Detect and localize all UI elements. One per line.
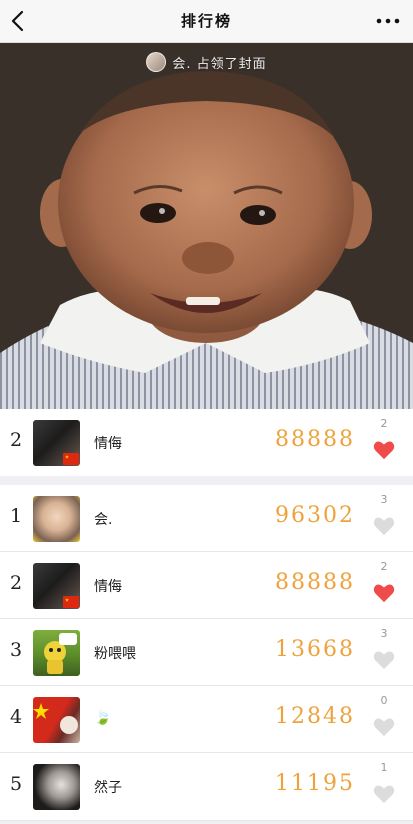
like-button[interactable] [373, 583, 395, 603]
step-count: 13668 [275, 637, 355, 662]
avatar[interactable] [33, 496, 80, 542]
cover-caption-text: 会. 占领了封面 [172, 56, 267, 72]
heart-icon [373, 651, 395, 670]
user-name: 情侮 [94, 579, 122, 595]
heart-icon [373, 517, 395, 536]
more-button[interactable] [373, 8, 403, 34]
character-image [44, 633, 77, 674]
rank-number: 5 [9, 773, 23, 795]
rank-number: 1 [9, 505, 23, 527]
step-count: 88888 [275, 570, 355, 595]
divider [0, 820, 413, 821]
like-count: 3 [380, 627, 388, 640]
nav-bar: 排行榜 [0, 0, 413, 43]
flag-badge [63, 596, 79, 608]
rank-number: 4 [9, 706, 23, 728]
cover-photo[interactable]: 会. 占领了封面 [0, 43, 413, 409]
flag-badge [63, 453, 79, 465]
like-count: 2 [380, 560, 388, 573]
page-title: 排行榜 [180, 12, 232, 30]
cover-owner-avatar [146, 52, 167, 72]
like-button[interactable] [373, 717, 395, 737]
my-rank-row[interactable]: 2 情侮 88888 2 [0, 409, 413, 476]
user-name: 情侮 [94, 436, 122, 452]
cover-image [0, 43, 413, 409]
heart-icon [373, 718, 395, 737]
like-count: 0 [380, 694, 388, 707]
avatar[interactable] [33, 697, 80, 743]
like-button[interactable] [373, 440, 395, 460]
step-count: 96302 [275, 503, 355, 528]
rank-number: 3 [9, 639, 23, 661]
like-count: 3 [380, 493, 388, 506]
ranking-page: 排行榜 会. 占领了封面 2 情侮 88888 2 1 会. 96302 3 2… [0, 0, 413, 824]
like-button[interactable] [373, 650, 395, 670]
step-count: 11195 [275, 771, 355, 796]
like-button[interactable] [373, 516, 395, 536]
rank-row-4[interactable]: 4 🍃 12848 0 [0, 686, 413, 753]
step-count: 12848 [275, 704, 355, 729]
like-button[interactable] [373, 784, 395, 804]
rank-number: 2 [9, 572, 23, 594]
user-name: 🍃 [94, 710, 112, 726]
rank-row-1[interactable]: 1 会. 96302 3 [0, 485, 413, 552]
avatar[interactable] [33, 563, 80, 609]
heart-icon [373, 785, 395, 804]
cover-caption: 会. 占领了封面 [0, 51, 413, 73]
rank-row-3[interactable]: 3 粉喂喂 13668 3 [0, 619, 413, 686]
flag-image [33, 703, 78, 734]
heart-icon [373, 584, 395, 603]
user-name: 然子 [94, 780, 122, 796]
step-count: 88888 [275, 427, 355, 452]
like-count: 1 [380, 761, 388, 774]
user-name: 粉喂喂 [94, 646, 136, 662]
avatar[interactable] [33, 630, 80, 676]
rank-row-5[interactable]: 5 然子 11195 1 [0, 753, 413, 820]
more-dots-icon [376, 18, 400, 24]
user-name: 会. [94, 512, 113, 528]
rank-number: 2 [9, 429, 23, 451]
avatar[interactable] [33, 420, 80, 466]
avatar[interactable] [33, 764, 80, 810]
like-count: 2 [380, 417, 388, 430]
heart-icon [373, 441, 395, 460]
rank-row-2[interactable]: 2 情侮 88888 2 [0, 552, 413, 619]
